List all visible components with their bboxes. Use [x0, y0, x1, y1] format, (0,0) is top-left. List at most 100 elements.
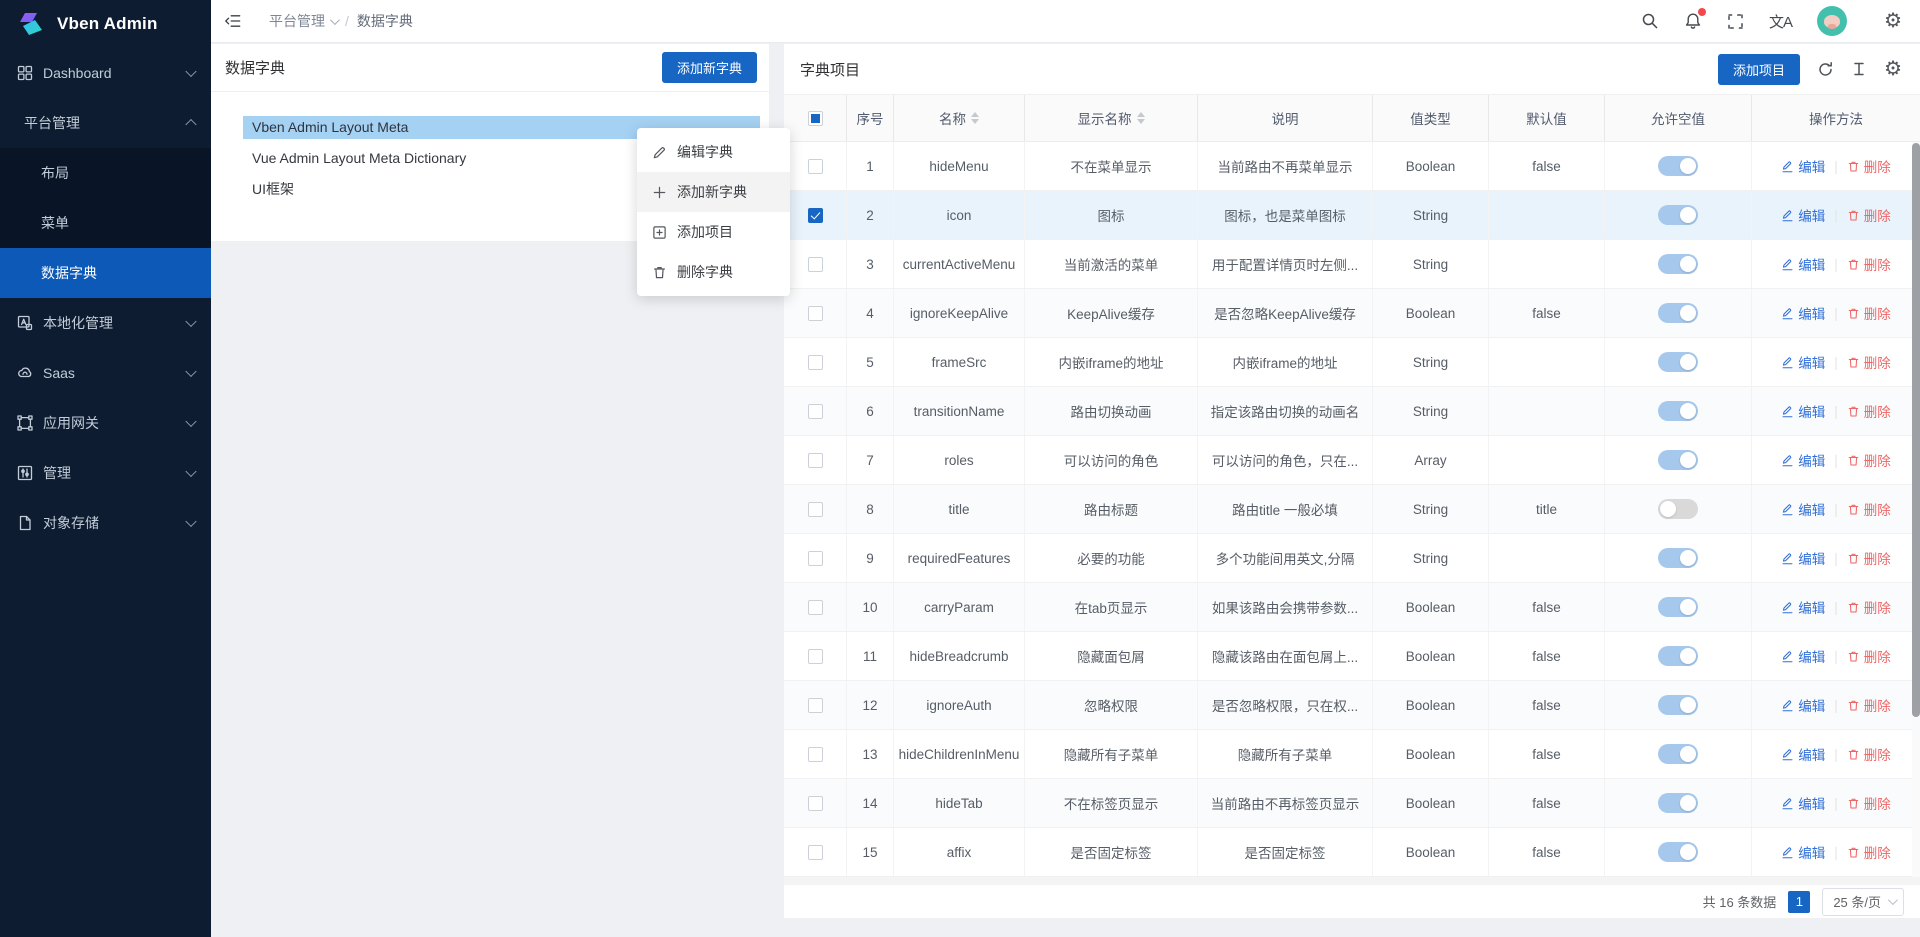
scrollbar-thumb[interactable] [1912, 143, 1920, 717]
row-checkbox[interactable] [808, 306, 823, 321]
settings-gear-icon[interactable]: ⚙ [1884, 11, 1902, 31]
column-header-display-name[interactable]: 显示名称 [1025, 95, 1198, 141]
edit-button[interactable]: 编辑 [1781, 254, 1825, 274]
sidebar-item-platform[interactable]: 平台管理 [0, 98, 211, 148]
page-number-button[interactable]: 1 [1788, 891, 1810, 913]
row-checkbox[interactable] [808, 257, 823, 272]
edit-button[interactable]: 编辑 [1781, 352, 1825, 372]
bell-icon[interactable] [1684, 12, 1702, 30]
nullable-toggle[interactable] [1658, 646, 1698, 666]
delete-button[interactable]: 删除 [1847, 205, 1891, 225]
edit-button[interactable]: 编辑 [1781, 548, 1825, 568]
column-header-name[interactable]: 名称 [894, 95, 1025, 141]
settings-gear-icon[interactable]: ⚙ [1884, 59, 1902, 79]
delete-button[interactable]: 删除 [1847, 793, 1891, 813]
edit-button[interactable]: 编辑 [1781, 401, 1825, 421]
add-dictionary-button[interactable]: 添加新字典 [662, 52, 757, 83]
nullable-toggle[interactable] [1658, 793, 1698, 813]
nullable-toggle[interactable] [1658, 352, 1698, 372]
delete-button[interactable]: 删除 [1847, 254, 1891, 274]
select-all-checkbox[interactable] [808, 111, 823, 126]
row-checkbox[interactable] [808, 159, 823, 174]
row-checkbox[interactable] [808, 747, 823, 762]
nullable-toggle[interactable] [1658, 156, 1698, 176]
edit-button[interactable]: 编辑 [1781, 842, 1825, 862]
sort-icons[interactable] [1137, 112, 1145, 124]
nullable-toggle[interactable] [1658, 842, 1698, 862]
row-checkbox[interactable] [808, 502, 823, 517]
sidebar-item-data-dictionary[interactable]: 数据字典 [0, 248, 211, 298]
sort-icons[interactable] [971, 112, 979, 124]
sidebar-item-object-storage[interactable]: 对象存储 [0, 498, 211, 548]
sidebar-item-layout[interactable]: 布局 [0, 148, 211, 198]
edit-button[interactable]: 编辑 [1781, 156, 1825, 176]
context-menu-item-add-item[interactable]: 添加项目 [637, 212, 790, 252]
row-checkbox[interactable] [808, 355, 823, 370]
row-checkbox[interactable] [808, 404, 823, 419]
delete-button[interactable]: 删除 [1847, 499, 1891, 519]
row-checkbox[interactable] [808, 600, 823, 615]
row-checkbox[interactable] [808, 208, 823, 223]
delete-button[interactable]: 删除 [1847, 352, 1891, 372]
row-checkbox[interactable] [808, 453, 823, 468]
row-checkbox[interactable] [808, 551, 823, 566]
nullable-toggle[interactable] [1658, 499, 1698, 519]
row-checkbox[interactable] [808, 649, 823, 664]
sidebar-item-saas[interactable]: Saas [0, 348, 211, 398]
delete-button[interactable]: 删除 [1847, 744, 1891, 764]
action-separator: | [1834, 355, 1838, 370]
vertical-scrollbar[interactable] [1912, 142, 1920, 877]
delete-button[interactable]: 删除 [1847, 303, 1891, 323]
nullable-toggle[interactable] [1658, 254, 1698, 274]
action-separator: | [1834, 306, 1838, 321]
menu-fold-icon[interactable] [224, 12, 242, 30]
delete-button[interactable]: 删除 [1847, 597, 1891, 617]
edit-button[interactable]: 编辑 [1781, 450, 1825, 470]
context-menu-item-add-dictionary[interactable]: 添加新字典 [637, 172, 790, 212]
sidebar-item-localization[interactable]: 本地化管理 [0, 298, 211, 348]
edit-button[interactable]: 编辑 [1781, 205, 1825, 225]
sidebar-item-admin[interactable]: 管理 [0, 448, 211, 498]
nullable-toggle[interactable] [1658, 548, 1698, 568]
refresh-icon[interactable] [1817, 61, 1834, 78]
sidebar-item-dashboard[interactable]: Dashboard [0, 48, 211, 98]
nullable-toggle[interactable] [1658, 205, 1698, 225]
sidebar-item-gateway[interactable]: 应用网关 [0, 398, 211, 448]
edit-button[interactable]: 编辑 [1781, 744, 1825, 764]
context-menu-item-edit-dictionary[interactable]: 编辑字典 [637, 132, 790, 172]
edit-button[interactable]: 编辑 [1781, 303, 1825, 323]
delete-button[interactable]: 删除 [1847, 842, 1891, 862]
nullable-toggle[interactable] [1658, 401, 1698, 421]
delete-button[interactable]: 删除 [1847, 548, 1891, 568]
edit-button[interactable]: 编辑 [1781, 695, 1825, 715]
nullable-toggle[interactable] [1658, 744, 1698, 764]
column-height-icon[interactable] [1851, 61, 1867, 77]
nullable-toggle[interactable] [1658, 597, 1698, 617]
nullable-toggle[interactable] [1658, 303, 1698, 323]
page-size-select[interactable]: 25 条/页 [1822, 888, 1904, 916]
breadcrumb-item[interactable]: 平台管理 [269, 11, 337, 31]
add-item-button[interactable]: 添加项目 [1718, 54, 1800, 85]
edit-button[interactable]: 编辑 [1781, 646, 1825, 666]
logo[interactable]: Vben Admin [0, 0, 211, 48]
edit-button[interactable]: 编辑 [1781, 597, 1825, 617]
row-checkbox[interactable] [808, 698, 823, 713]
search-icon[interactable] [1641, 12, 1659, 30]
delete-button[interactable]: 删除 [1847, 646, 1891, 666]
context-menu-item-delete-dictionary[interactable]: 删除字典 [637, 252, 790, 292]
delete-button[interactable]: 删除 [1847, 156, 1891, 176]
delete-button[interactable]: 删除 [1847, 695, 1891, 715]
translate-icon[interactable]: 文A [1769, 11, 1792, 32]
avatar[interactable] [1817, 6, 1847, 36]
nullable-toggle[interactable] [1658, 695, 1698, 715]
delete-button[interactable]: 删除 [1847, 401, 1891, 421]
sidebar-item-menu[interactable]: 菜单 [0, 198, 211, 248]
edit-button[interactable]: 编辑 [1781, 793, 1825, 813]
fullscreen-icon[interactable] [1727, 13, 1744, 30]
edit-button[interactable]: 编辑 [1781, 499, 1825, 519]
row-checkbox[interactable] [808, 845, 823, 860]
nullable-toggle[interactable] [1658, 450, 1698, 470]
delete-button[interactable]: 删除 [1847, 450, 1891, 470]
horizontal-scrollbar[interactable] [784, 877, 1920, 885]
row-checkbox[interactable] [808, 796, 823, 811]
